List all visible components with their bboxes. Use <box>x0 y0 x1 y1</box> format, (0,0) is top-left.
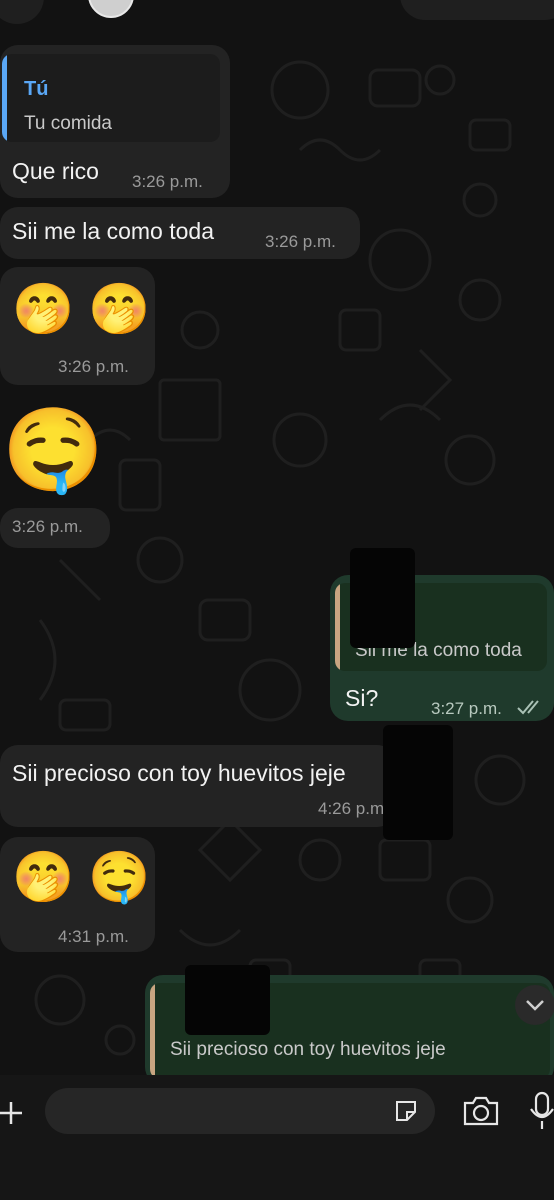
chat-background: Tú Tu comida Que rico 3:26 p.m. Sii me l… <box>0 0 554 1075</box>
microphone-icon[interactable] <box>528 1091 554 1131</box>
emoji-text: 🤭 🤤 <box>12 849 151 905</box>
message-time: 4:26 p.m. <box>318 799 389 818</box>
chat-header <box>0 0 554 24</box>
reply-bar <box>150 983 155 1075</box>
message-text: Sii precioso con toy huevitos jeje <box>12 760 346 786</box>
redaction-mark <box>185 965 270 1035</box>
reply-quote[interactable]: Tú Tu comida <box>2 54 220 142</box>
emoji-text[interactable]: 🤤 <box>2 410 104 492</box>
reply-bar <box>335 583 340 671</box>
message-time: 3:26 p.m. <box>12 517 83 536</box>
plus-icon[interactable] <box>0 1095 26 1131</box>
sticker-icon[interactable] <box>393 1098 419 1124</box>
message-text: Sii me la como toda <box>12 218 214 244</box>
message-bubble[interactable]: Tú Tu comida Que rico 3:26 p.m. <box>0 45 230 198</box>
message-text: Si? <box>345 685 379 711</box>
reply-author: Tú <box>24 78 49 100</box>
chevron-down-icon <box>526 1000 544 1011</box>
emoji-text: 🤭 🤭 <box>12 281 151 337</box>
contact-avatar[interactable] <box>88 0 134 18</box>
message-bubble[interactable]: 🤭 🤤 4:31 p.m. <box>0 837 155 952</box>
message-time-chip: 3:26 p.m. <box>0 508 110 548</box>
double-check-icon <box>517 700 539 715</box>
call-actions[interactable] <box>400 0 554 20</box>
message-bubble[interactable]: 🤭 🤭 3:26 p.m. <box>0 267 155 385</box>
message-composer <box>0 1075 554 1200</box>
message-time: 3:26 p.m. <box>58 357 129 376</box>
camera-icon[interactable] <box>462 1095 500 1127</box>
reply-bar <box>2 54 7 142</box>
message-time: 3:26 p.m. <box>132 172 203 191</box>
message-input[interactable] <box>45 1088 435 1134</box>
redaction-mark <box>350 548 415 648</box>
reply-text: Sii precioso con toy huevitos jeje <box>170 1039 446 1060</box>
message-bubble[interactable]: Sii precioso con toy huevitos jeje 4:26 … <box>0 745 395 827</box>
scroll-down-button[interactable] <box>515 985 554 1025</box>
reply-text: Tu comida <box>24 113 112 134</box>
message-time: 3:27 p.m. <box>431 699 502 718</box>
back-button[interactable] <box>0 0 44 24</box>
redaction-mark <box>383 725 453 840</box>
message-text: Que rico <box>12 158 99 184</box>
message-time: 3:26 p.m. <box>265 232 336 251</box>
message-time: 4:31 p.m. <box>58 927 129 946</box>
message-bubble[interactable]: Sii me la como toda 3:26 p.m. <box>0 207 360 259</box>
